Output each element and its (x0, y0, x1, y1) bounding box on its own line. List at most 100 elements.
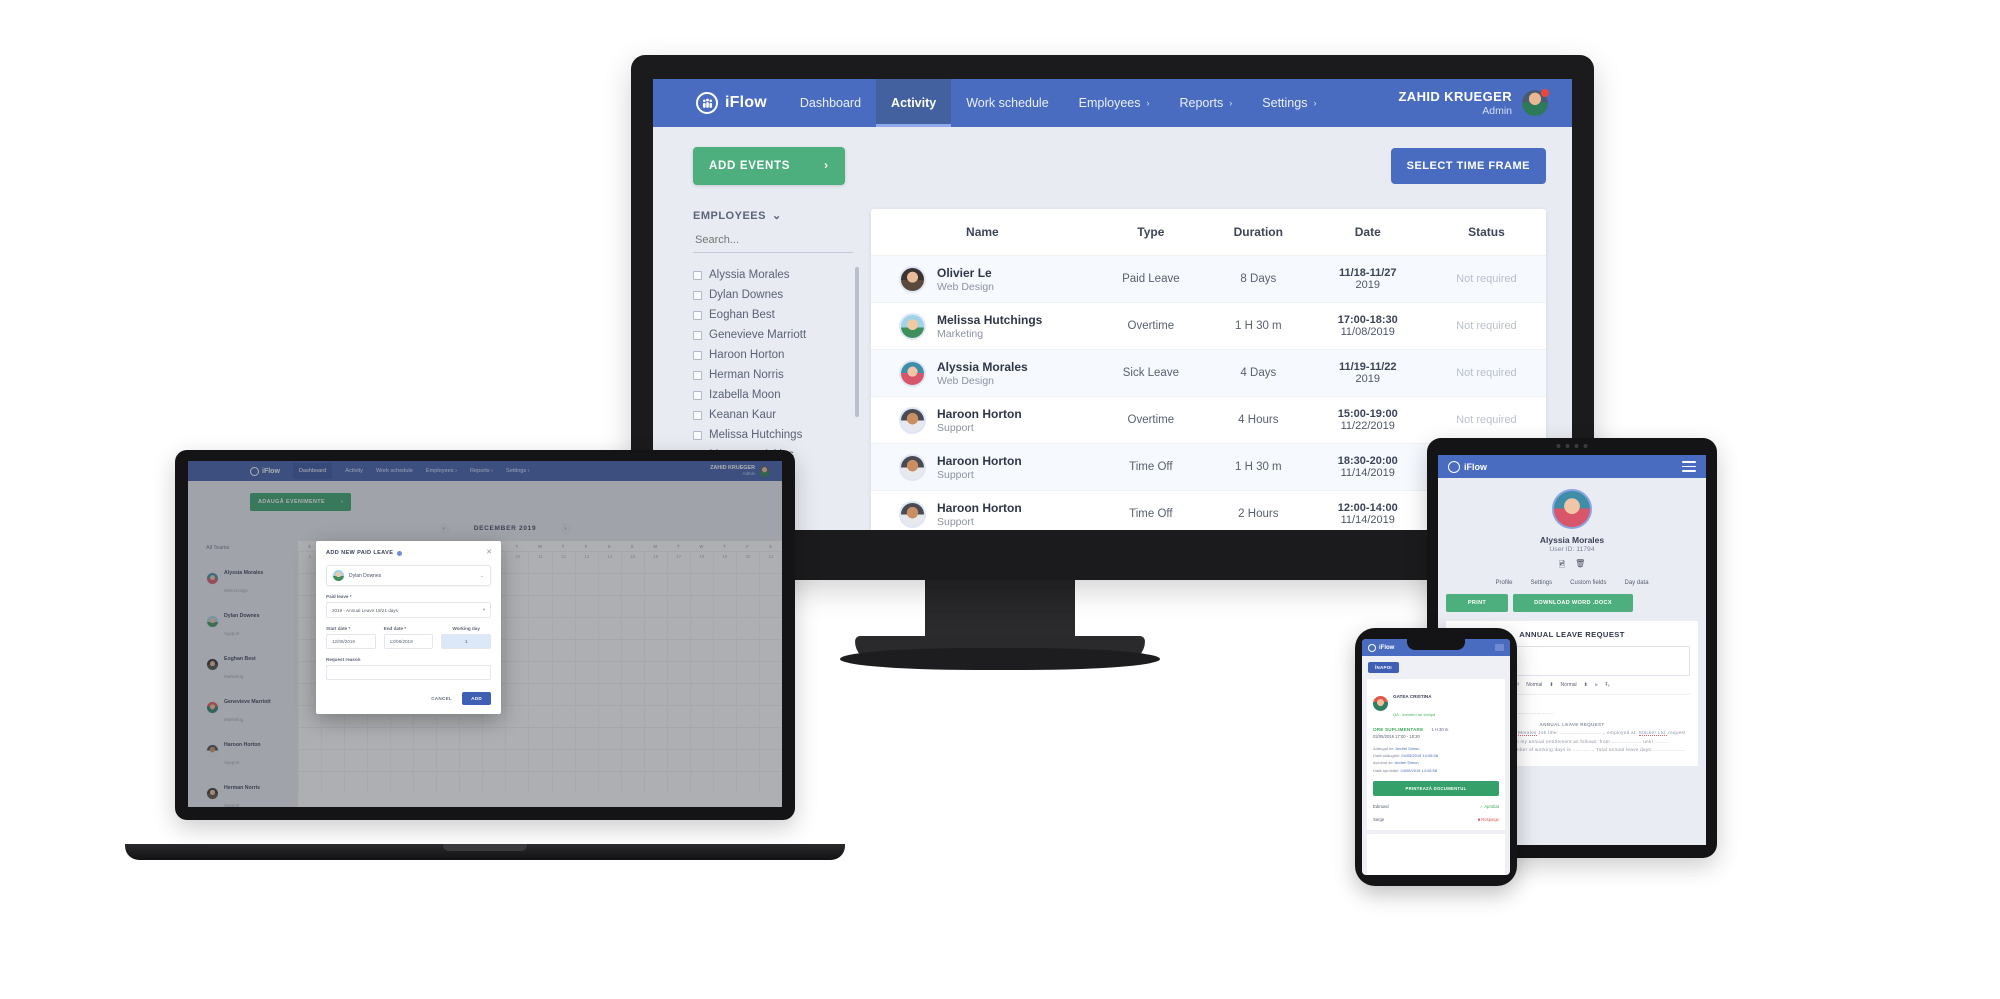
checkbox-icon[interactable] (693, 350, 702, 360)
checkbox-icon[interactable] (693, 290, 702, 300)
trash-icon[interactable]: 🗑 (1575, 559, 1585, 573)
cell-type: Paid Leave (1093, 255, 1208, 303)
chevron-right-icon: › (824, 160, 829, 172)
end-date-input[interactable]: 12/06/2019 (383, 634, 434, 649)
employees-panel-header[interactable]: EMPLOYEES ⌄ (693, 209, 853, 223)
search-input[interactable] (693, 230, 853, 253)
paid-leave-select[interactable]: 2019 - Annual Leave 18/21 days ▾ (326, 602, 491, 618)
date-line-1: 18:30-20:00 (1337, 455, 1398, 467)
brand-logo-block[interactable]: iFlow (1448, 460, 1487, 473)
nav-item-employees[interactable]: Employees › (1064, 79, 1165, 127)
event-meta-row: Dată adăugării: 24/05/2019 14:05:58 (1373, 752, 1499, 759)
table-row[interactable]: Haroon Horton Support Overtime 4 Hours 15:00… (871, 396, 1546, 444)
request-reason-input[interactable] (326, 665, 491, 680)
cell-status: Not required (1426, 255, 1546, 303)
download-docx-button[interactable]: DOWNLOAD WORD .DOCX (1513, 594, 1633, 612)
laptop-device: iFlow Dashboard Activity Work schedule E… (125, 450, 845, 860)
avatar (333, 570, 344, 581)
screenshot-stage: iFlow Dashboard Activity Work schedule E… (0, 0, 2000, 999)
table-row[interactable]: Alyssia Morales Web Design Sick Leave 4 Day… (871, 349, 1546, 397)
cell-status: Not required (1426, 396, 1546, 444)
checkbox-icon[interactable] (693, 310, 702, 320)
info-icon[interactable] (397, 550, 403, 556)
employee-checkbox-row[interactable]: Genevieve Marriott (693, 325, 853, 345)
employee-checkbox-row[interactable]: Keanan Kaur (693, 405, 853, 425)
doc-company: Stacker Ltd. (1638, 730, 1667, 736)
event-datetime: 02/05/2019 17:00 - 18:30 (1373, 734, 1420, 739)
nav-item-reports[interactable]: Reports › (1165, 79, 1248, 127)
employee-dept: Web Design (937, 374, 995, 387)
nav-item-dashboard[interactable]: Dashboard (785, 79, 876, 127)
nav-label: Settings (1262, 96, 1308, 110)
employee-name: Haroon Horton (937, 406, 1022, 421)
tab-day-data[interactable]: Day data (1625, 580, 1649, 586)
table-row[interactable]: Melissa Hutchings Marketing Overtime 1 H 30… (871, 302, 1546, 350)
employee-checkbox-row[interactable]: Haroon Horton (693, 345, 853, 365)
checkbox-icon[interactable] (693, 370, 702, 380)
tab-custom-fields[interactable]: Custom fields (1570, 580, 1606, 586)
working-day-field-group: Working day 1 (441, 618, 492, 649)
tab-profile[interactable]: Profile (1495, 580, 1512, 586)
print-button[interactable]: PRINT (1446, 594, 1508, 612)
modal-title-row: ADD NEW PAID LEAVE (326, 550, 491, 556)
meta-value: 24/05/2019 14:05:58 (1400, 767, 1438, 773)
hamburger-menu-icon[interactable] (1495, 644, 1504, 651)
avatar[interactable] (1552, 489, 1592, 529)
people-circle-icon (1368, 643, 1376, 652)
close-icon[interactable]: ✕ (486, 549, 492, 556)
print-document-button[interactable]: PRINTEAZĂ DOCUMENTUL (1373, 780, 1499, 796)
employee-cell: Haroon Horton Support (877, 453, 1088, 481)
employee-select-value: Dylan Downes (349, 572, 382, 579)
editor-tool-icon[interactable]: ⬍ (1549, 682, 1553, 688)
employee-select[interactable]: Dylan Downes ⌄ (326, 565, 491, 586)
editor-tool-icon[interactable]: Ŧₓ (1605, 682, 1610, 688)
employee-text: Melissa Hutchings Marketing (937, 313, 1042, 340)
employee-checkbox-row[interactable]: Melissa Hutchings (693, 425, 853, 445)
chevron-down-icon: ⌄ (479, 572, 484, 579)
checkbox-icon[interactable] (693, 430, 702, 440)
brand-logo-block[interactable]: iFlow (1368, 643, 1394, 652)
hamburger-menu-icon[interactable] (1682, 461, 1696, 472)
tab-settings[interactable]: Settings (1530, 580, 1552, 586)
nav-label: Work schedule (966, 96, 1049, 110)
laptop-screen: iFlow Dashboard Activity Work schedule E… (188, 461, 782, 807)
employee-checkbox-row[interactable]: Herman Norris (693, 365, 853, 385)
employee-name: Keanan Kaur (709, 409, 777, 421)
scrollbar-thumb[interactable] (855, 267, 859, 417)
employee-checkbox-row[interactable]: Dylan Downes (693, 285, 853, 305)
cancel-button[interactable]: CANCEL (431, 696, 452, 701)
phone-approver-2: Serge ■ Respinge (1373, 817, 1499, 822)
back-button[interactable]: ÎNAPOI (1368, 662, 1399, 673)
editor-tool-icon[interactable]: Normal (1526, 682, 1542, 688)
avatar[interactable] (1522, 89, 1549, 116)
add-events-label: ADD EVENTS (709, 160, 791, 172)
monitor-nav-items: Dashboard Activity Work schedule Employe… (785, 79, 1332, 127)
user-menu[interactable]: ZAHID KRUEGER Admin (1398, 79, 1572, 127)
nav-item-work-schedule[interactable]: Work schedule (951, 79, 1063, 127)
image-icon[interactable]: 🖻 (1559, 559, 1565, 573)
table-row[interactable]: Olivier Le Web Design Paid Leave 8 Days 11/1… (871, 255, 1546, 303)
employee-name: Alyssia Morales (709, 269, 790, 281)
brand-logo-block[interactable]: iFlow (653, 79, 785, 127)
checkbox-icon[interactable] (693, 270, 702, 280)
add-button[interactable]: ADD (462, 692, 491, 705)
editor-tool-icon[interactable]: Normal (1561, 682, 1577, 688)
employee-checkbox-row[interactable]: Izabella Moon (693, 385, 853, 405)
checkbox-icon[interactable] (693, 390, 702, 400)
employee-cell: Olivier Le Web Design (877, 265, 1088, 293)
employee-text: Haroon Horton Support (937, 454, 1022, 481)
nav-item-activity[interactable]: Activity (876, 79, 952, 127)
select-time-frame-button[interactable]: SELECT TIME FRAME (1390, 148, 1546, 184)
checkbox-icon[interactable] (693, 410, 702, 420)
editor-tool-icon[interactable]: ⫸ (1595, 682, 1598, 688)
meta-value: 24/05/2019 14:05:58 (1401, 753, 1438, 759)
date-line-2: 11/14/2019 (1340, 467, 1395, 479)
employee-checkbox-row[interactable]: Eoghan Best (693, 305, 853, 325)
add-events-button[interactable]: ADD EVENTS › (693, 147, 845, 185)
avatar (899, 359, 926, 387)
start-date-input[interactable]: 12/06/2019 (326, 634, 376, 649)
checkbox-icon[interactable] (693, 330, 702, 340)
employee-checkbox-row[interactable]: Alyssia Morales (693, 265, 853, 285)
nav-item-settings[interactable]: Settings › (1247, 79, 1331, 127)
editor-tool-icon[interactable]: ⬍ (1584, 682, 1588, 688)
